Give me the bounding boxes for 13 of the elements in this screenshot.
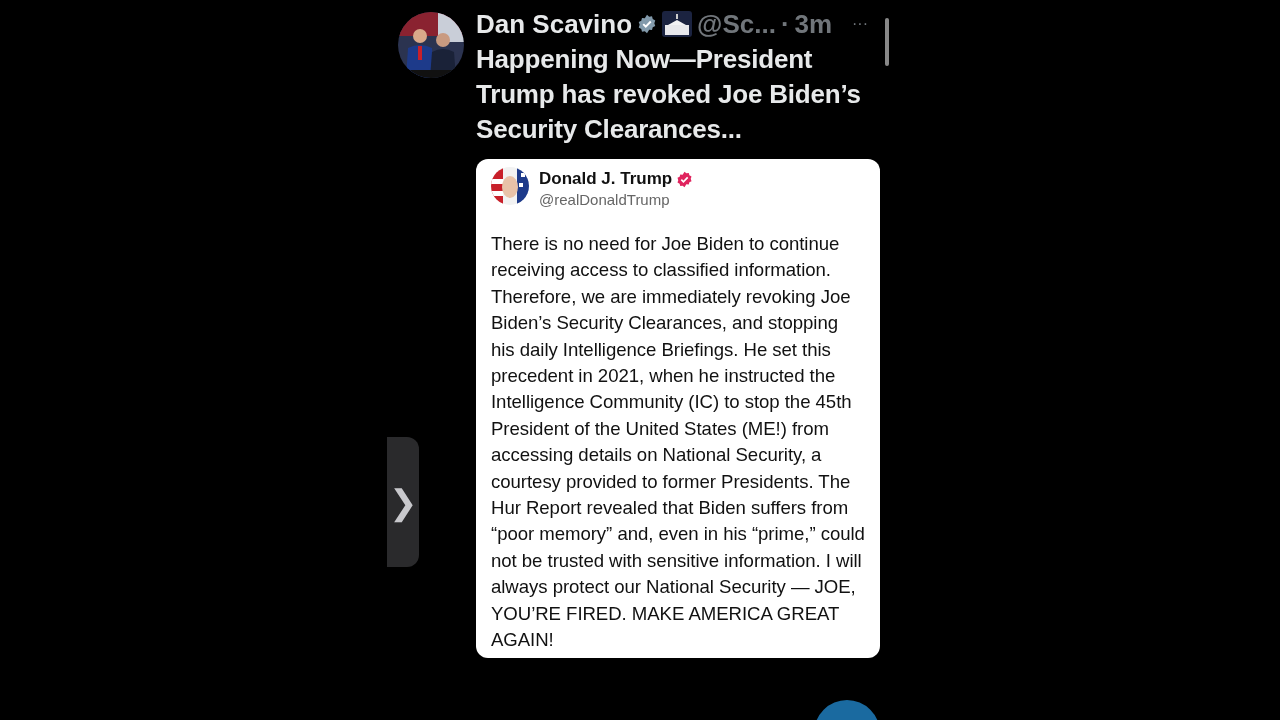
more-button[interactable]: ···: [852, 15, 880, 33]
post-text: Happening Now—President Trump has revoked Joe Biden’s Security Clearances...: [476, 43, 862, 146]
separator-dot: ·: [780, 8, 790, 40]
scrollbar: [885, 18, 889, 66]
post-time: 3m: [794, 8, 833, 40]
quoted-post-text: There is no need for Joe Biden to continue receiving access to classified information. Therefore, we are immediately revoking Joe Biden’s Security Clearances, and stopping his daily Intelligence Briefings. He set this precedent in 2021, when he instructed the Intelligence Community (IC) to stop the 45th President of the United States (ME!) from accessing details on National Security, a courtesy provided to former Presidents. The Hur Report revealed that Biden suffers from “poor memory” and, even in his “prime,” could not be trusted with sensitive information. I will always protect our National Security — JOE, YOU’RE FIRED. MAKE AMERICA GREAT AGAIN!: [491, 232, 866, 653]
side-panel-handle[interactable]: ❯: [387, 437, 419, 567]
author-name[interactable]: Dan Scavino: [476, 8, 633, 40]
quoted-author-handle: @realDonaldTrump: [539, 191, 671, 208]
quoted-post-card[interactable]: [476, 159, 880, 658]
quoted-author-name: Donald J. Trump: [539, 169, 673, 189]
building-icon: [662, 11, 693, 37]
author-handle: @Sc...: [697, 8, 776, 40]
